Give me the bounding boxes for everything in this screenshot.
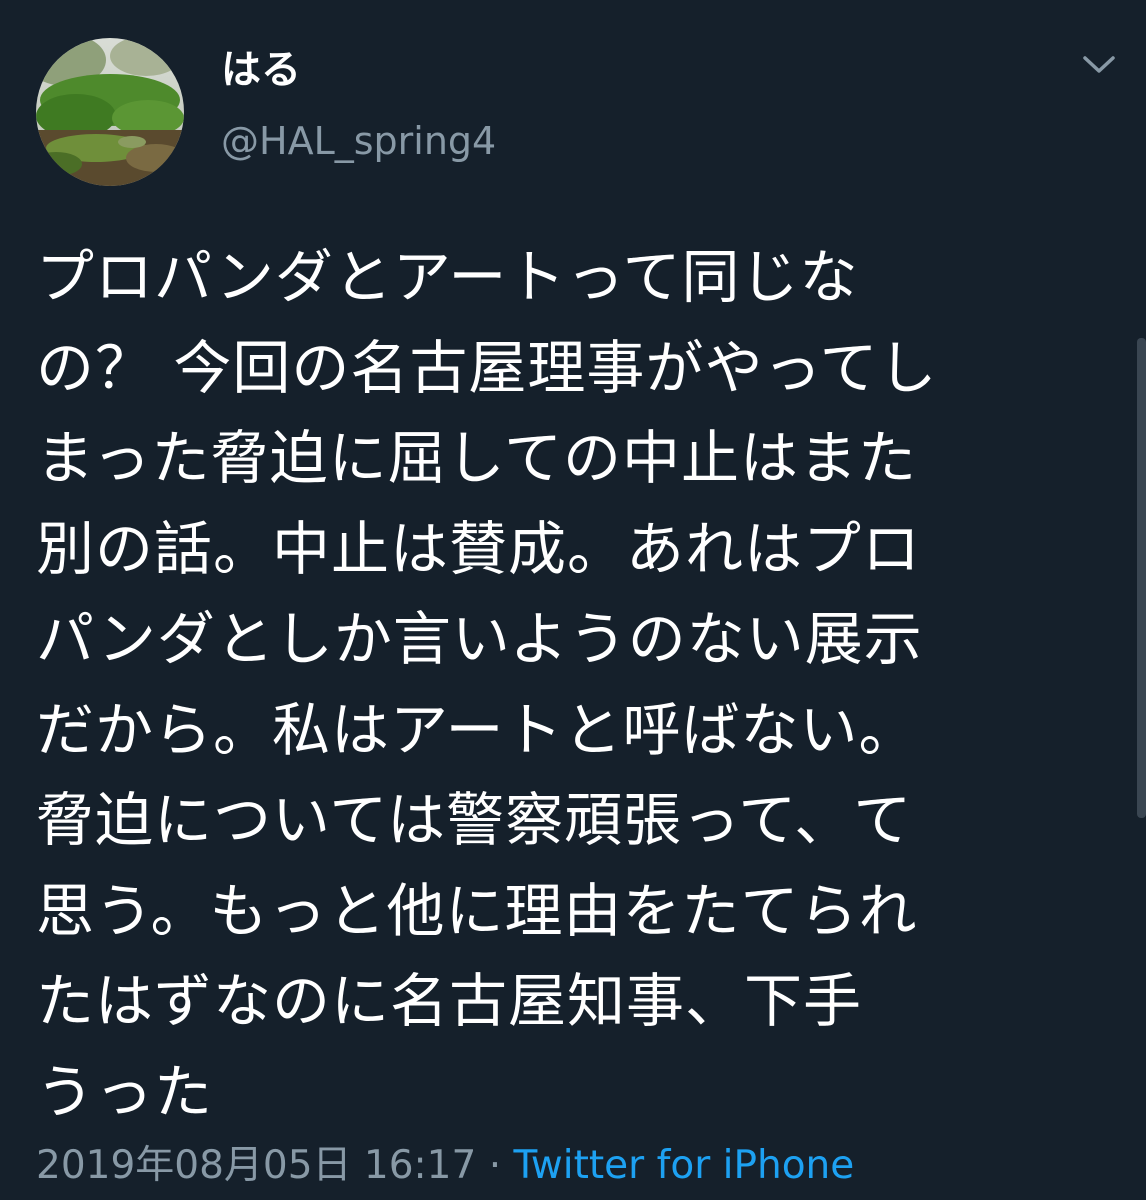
tweet-timestamp[interactable]: 2019年08月05日 16:17 [36, 1143, 476, 1188]
meta-separator: · [476, 1143, 514, 1188]
tweet-screen: はる @HAL_spring4 プロパンダとアートって同じな の？ 今回の名古屋… [0, 0, 1146, 1200]
tweet-text-line: まった脅迫に屈しての中止はまた [36, 424, 917, 492]
chevron-down-icon [1083, 56, 1115, 73]
tweet-text-line: 脅迫については警察頑張って、て [36, 786, 913, 854]
tweet-meta: 2019年08月05日 16:17 · Twitter for iPhone [36, 1139, 854, 1193]
tweet-text-line: の？ 今回の名古屋理事がやってし [36, 333, 938, 402]
tweet-text-line: たはずなのに名古屋知事、下手 [36, 967, 863, 1035]
tweet-source-link[interactable]: Twitter for iPhone [514, 1143, 855, 1188]
tweet-text-line: うった [36, 1057, 214, 1126]
tweet-text-line: 思う。もっと他に理由をたてられ [36, 876, 918, 945]
tweet-text-line: プロパンダとアートって同じな [36, 243, 859, 311]
avatar[interactable] [36, 38, 184, 186]
tweet-text: プロパンダとアートって同じな の？ 今回の名古屋理事がやってし まった脅迫に屈し… [36, 232, 1076, 1137]
tweet-text-line: 別の話。中止は賛成。あれはプロ [36, 514, 922, 583]
tweet-text-line: だから。私はアートと呼ばない。 [36, 695, 918, 764]
tweet-menu-button[interactable] [1080, 50, 1118, 80]
author-handle[interactable]: @HAL_spring4 [221, 114, 496, 168]
scrollbar[interactable] [1137, 338, 1146, 818]
author-display-name[interactable]: はる [221, 42, 301, 98]
tweet-text-line: パンダとしか言いようのない展示 [36, 605, 923, 673]
avatar-photo [36, 38, 184, 186]
